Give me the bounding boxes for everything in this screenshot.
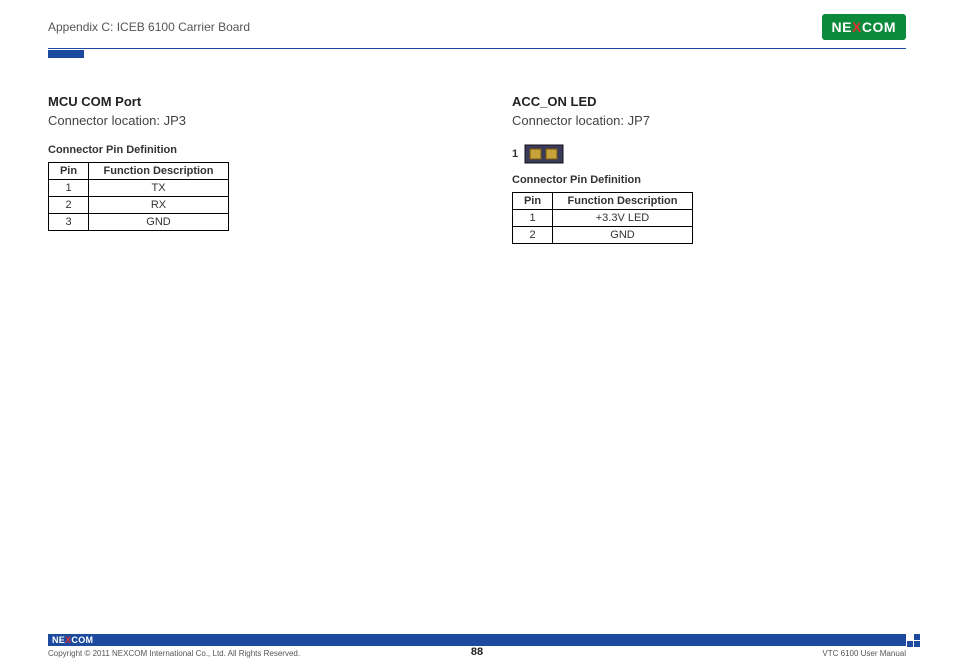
mcu-com-port-title: MCU COM Port <box>48 94 442 109</box>
brand-logo: NEXCOM <box>822 14 906 40</box>
cell-func: +3.3V LED <box>553 210 693 227</box>
acc-on-led-location: Connector location: JP7 <box>512 113 906 128</box>
copyright-text: Copyright © 2011 NEXCOM International Co… <box>48 649 300 658</box>
left-column: MCU COM Port Connector location: JP3 Con… <box>48 94 442 244</box>
header-rule <box>48 48 906 58</box>
brand-x: X <box>852 19 862 35</box>
acc-on-led-title: ACC_ON LED <box>512 94 906 109</box>
left-th-pin: Pin <box>49 163 89 180</box>
mcu-pin-table: Pin Function Description 1 TX 2 RX 3 GND <box>48 162 229 231</box>
brand-post: COM <box>862 19 896 35</box>
cell-func: TX <box>89 180 229 197</box>
footer-squares-icon <box>907 634 920 647</box>
acc-pin-table: Pin Function Description 1 +3.3V LED 2 G… <box>512 192 693 244</box>
pin1-label: 1 <box>512 148 518 160</box>
brand-pre: NE <box>832 19 852 35</box>
cell-func: GND <box>553 227 693 244</box>
mcu-com-port-location: Connector location: JP3 <box>48 113 442 128</box>
doc-name: VTC 6100 User Manual <box>822 649 906 658</box>
cell-pin: 2 <box>513 227 553 244</box>
right-column: ACC_ON LED Connector location: JP7 1 Con… <box>512 94 906 244</box>
connector-icon <box>524 144 564 164</box>
cell-pin: 1 <box>513 210 553 227</box>
cell-pin: 3 <box>49 214 89 231</box>
table-row: 2 RX <box>49 197 229 214</box>
table-row: 1 +3.3V LED <box>513 210 693 227</box>
left-table-caption: Connector Pin Definition <box>48 144 442 156</box>
left-th-func: Function Description <box>89 163 229 180</box>
table-row: 1 TX <box>49 180 229 197</box>
appendix-title: Appendix C: ICEB 6100 Carrier Board <box>48 20 250 34</box>
cell-pin: 1 <box>49 180 89 197</box>
cell-func: RX <box>89 197 229 214</box>
footer-logo: NEXCOM <box>52 635 93 645</box>
table-row: 3 GND <box>49 214 229 231</box>
table-row: 2 GND <box>513 227 693 244</box>
right-th-pin: Pin <box>513 193 553 210</box>
page-number: 88 <box>471 646 483 658</box>
page-footer: NEXCOM Copyright © 2011 NEXCOM Internati… <box>0 634 954 672</box>
cell-pin: 2 <box>49 197 89 214</box>
right-table-caption: Connector Pin Definition <box>512 174 906 186</box>
cell-func: GND <box>89 214 229 231</box>
right-th-func: Function Description <box>553 193 693 210</box>
